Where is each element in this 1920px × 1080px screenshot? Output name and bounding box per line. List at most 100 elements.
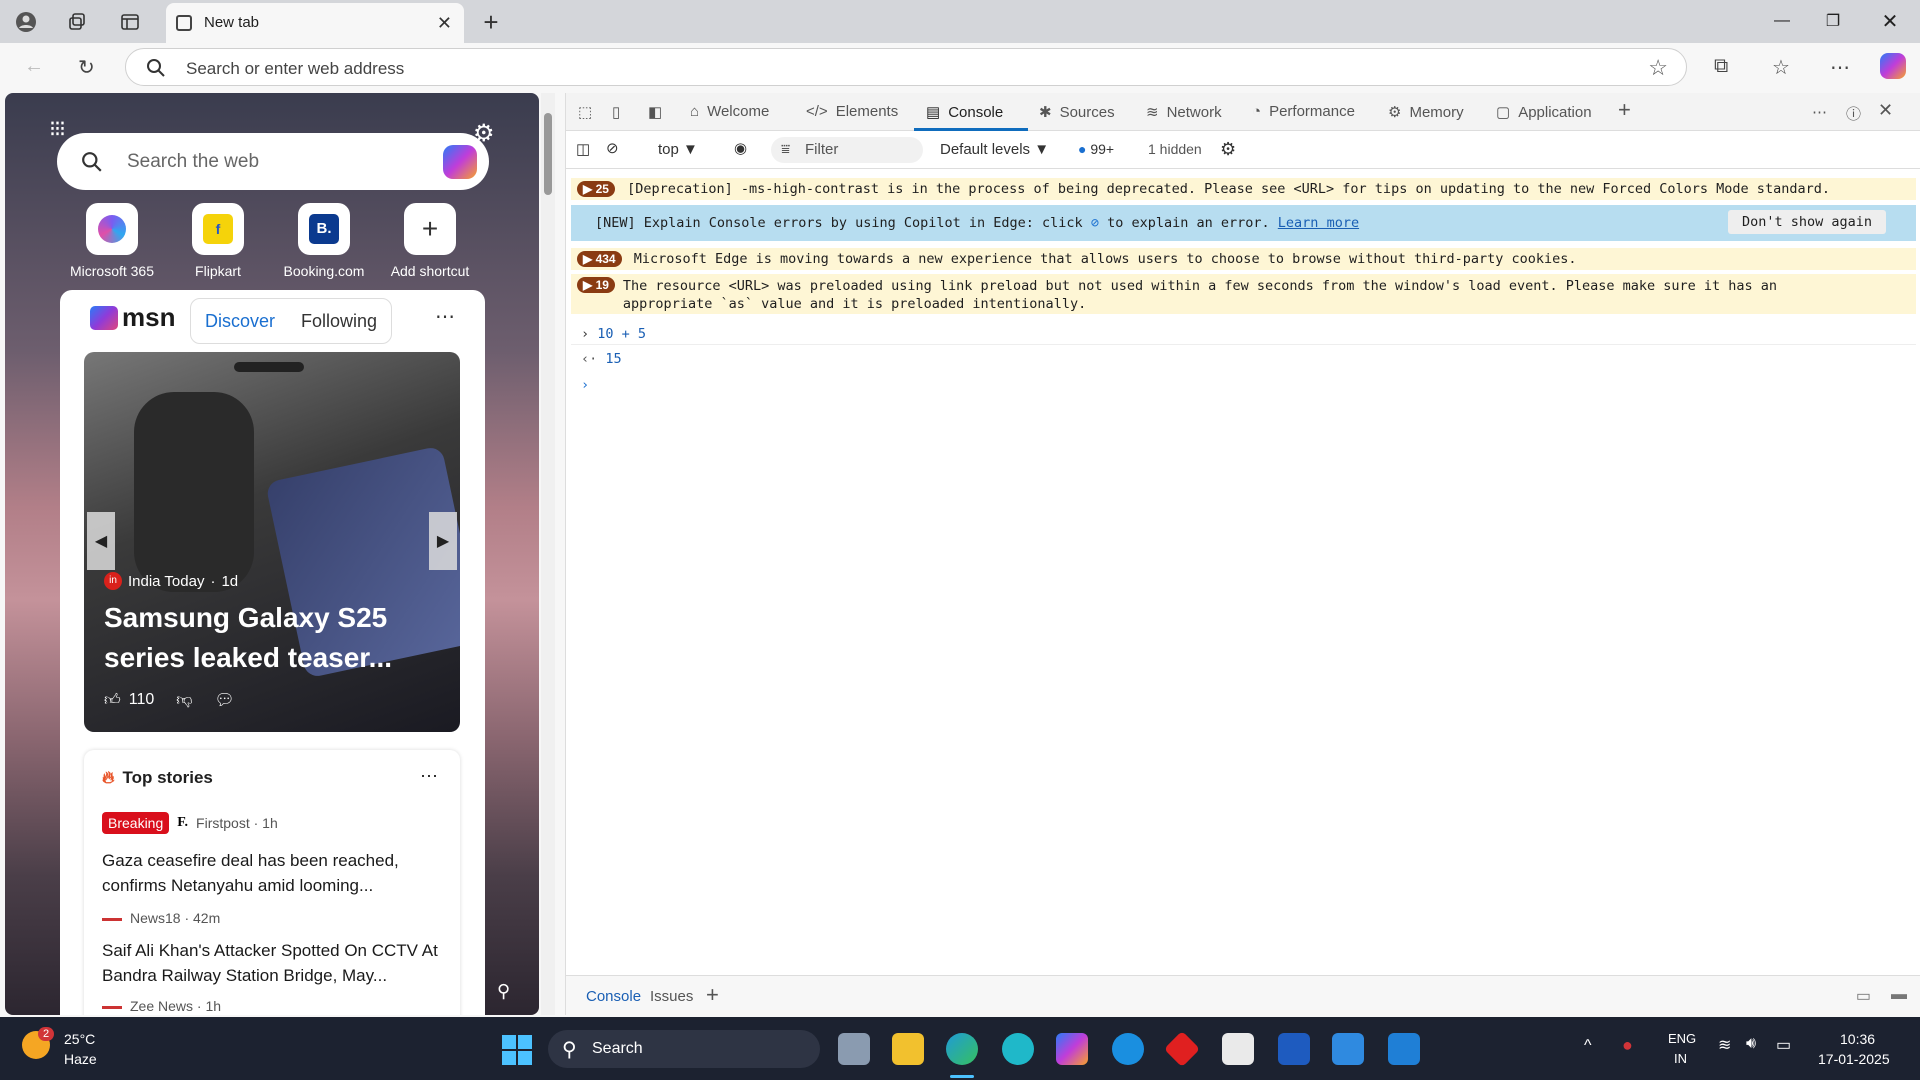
hero-story[interactable]: ◀ ▶ in India Today · 1d Samsung Galaxy S… [84,352,460,732]
tab-actions-icon[interactable] [117,9,143,35]
levels-select[interactable]: Default levels ▼ [940,141,1049,158]
scrollbar-thumb[interactable] [544,113,552,195]
drawer-dock-icon[interactable]: ▭ [1856,986,1871,1006]
start-button[interactable] [502,1035,532,1065]
workspaces-icon[interactable] [64,9,90,35]
drawer-tab-issues[interactable]: Issues [650,988,693,1005]
extensions-icon[interactable]: ⧉ [1714,55,1728,78]
store-icon[interactable] [1222,1033,1254,1065]
shortcut-flipkart[interactable]: f Flipkart [168,203,268,279]
shortcut-add[interactable]: + Add shortcut [380,203,480,279]
dont-show-again-button[interactable]: Don't show again [1727,210,1886,234]
banner-text: [NEW] Explain Console errors by using Co… [595,215,1083,231]
tab-elements[interactable]: </> Elements [806,103,898,120]
refresh-icon[interactable]: ↻ [78,55,95,80]
shortcut-microsoft-365[interactable]: Microsoft 365 [62,203,162,279]
weather-badge: 2 [38,1027,55,1041]
comment-icon[interactable]: 💬︎ [215,690,235,710]
security-icon[interactable]: ● [1622,1035,1633,1056]
taskbar-search[interactable]: ⚲ Search [548,1030,820,1068]
message-count-badge[interactable]: ▶ 434 [577,251,622,267]
copilot-app-icon[interactable] [1056,1033,1088,1065]
drawer-tab-console[interactable]: Console [586,988,641,1005]
help-icon[interactable]: ⓘ [1846,103,1861,124]
story-headline[interactable]: Saif Ali Khan's Attacker Spotted On CCTV… [102,938,442,988]
copilot-explain-icon[interactable]: ⊘ [1091,215,1099,231]
copilot-search-icon[interactable] [443,145,477,179]
page-scrollbar[interactable] [541,93,555,1015]
file-explorer-icon[interactable] [892,1033,924,1065]
carousel-next-button[interactable]: ▶ [429,512,457,570]
filter-input[interactable]: ⩸ Filter [771,137,923,163]
sidebar-toggle-icon[interactable]: ◫ [576,140,590,158]
tab-performance[interactable]: ◔ Performance [1252,103,1355,120]
edge-icon[interactable] [946,1033,978,1065]
back-icon[interactable]: ← [24,55,44,78]
console-settings-icon[interactable]: ⚙ [1220,139,1236,160]
language-label[interactable]: ENG [1668,1031,1696,1046]
msn-butterfly-icon [90,305,118,330]
hero-headline[interactable]: Samsung Galaxy S25 series leaked teaser.… [104,598,444,678]
message-count-badge[interactable]: ▶ 19 [577,277,615,293]
inspect-icon[interactable]: ⬚ [578,103,592,121]
vscode-icon[interactable] [1388,1033,1420,1065]
web-search-box[interactable]: Search the web [57,133,489,190]
customize-feed-icon[interactable]: ⚲ [497,981,510,1002]
tab-console[interactable]: ▤ Console [926,103,1003,122]
message-count-badge[interactable]: ▶ 25 [577,181,615,197]
drawer-minimize-icon[interactable]: ▬ [1891,986,1907,1004]
help-app-icon[interactable] [1112,1033,1144,1065]
expand-chevron-icon[interactable]: › [581,326,589,342]
dock-side-icon[interactable]: ◧ [648,103,662,121]
tab-welcome[interactable]: ⌂ Welcome [690,103,769,120]
live-expression-eye-icon[interactable]: ◉ [734,139,747,157]
battery-icon[interactable]: ▭ [1776,1035,1791,1055]
canva-icon[interactable] [1002,1033,1034,1065]
tab-discover[interactable]: Discover [205,311,275,332]
devtools-more-icon[interactable]: ⋯ [1812,103,1827,121]
close-tab-icon[interactable]: ✕ [437,13,452,34]
issues-counter[interactable]: ● 99+ [1078,141,1114,157]
favorites-icon[interactable]: ☆ [1772,55,1790,80]
carousel-prev-button[interactable]: ◀ [87,512,115,570]
device-emulation-icon[interactable]: ▯ [612,103,620,121]
word-icon[interactable] [1278,1033,1310,1065]
story-headline[interactable]: Gaza ceasefire deal has been reached, co… [102,848,442,898]
paint-icon[interactable] [1332,1033,1364,1065]
tab-following[interactable]: Following [301,311,377,332]
hidden-icons-chevron[interactable]: ^ [1584,1037,1592,1055]
browser-tab[interactable]: New tab ✕ [166,3,464,43]
stories-more-icon[interactable]: ⋯ [420,766,438,787]
more-menu-icon[interactable]: ⋯ [1830,55,1850,80]
minimize-button[interactable]: — [1762,8,1802,34]
restore-button[interactable]: ❐ [1813,8,1853,34]
close-window-button[interactable]: ✕ [1870,8,1910,34]
close-devtools-icon[interactable]: ✕ [1878,100,1893,121]
clear-console-icon[interactable]: ⊘ [606,139,619,157]
clock-date[interactable]: 17-01-2025 [1818,1051,1890,1067]
feed-more-icon[interactable]: ⋯ [435,304,455,329]
tab-application[interactable]: ▢ Application [1496,103,1592,122]
address-bar[interactable]: Search or enter web address ☆ [125,48,1687,86]
clock-time[interactable]: 10:36 [1840,1031,1875,1047]
wifi-icon[interactable]: ≋ [1718,1035,1731,1055]
shortcut-booking[interactable]: B. Booking.com [274,203,374,279]
tab-memory[interactable]: ⚙ Memory [1388,103,1464,122]
drawer-add-icon[interactable]: + [706,982,719,1008]
volume-icon[interactable]: 🔊︎ [1746,1035,1756,1053]
tab-sources[interactable]: ✱ Sources [1039,103,1115,122]
more-tools-plus-icon[interactable]: + [1618,97,1631,123]
console-prompt[interactable]: › [571,374,1916,396]
region-label[interactable]: IN [1674,1051,1687,1066]
context-select[interactable]: top ▼ [658,141,698,158]
profile-icon[interactable] [13,9,39,35]
task-view-icon[interactable] [838,1033,870,1065]
favorite-star-icon[interactable]: ☆ [1648,55,1668,81]
learn-more-link[interactable]: Learn more [1278,215,1359,231]
tab-network[interactable]: ≋ Network [1146,103,1222,122]
new-tab-button[interactable]: + [478,7,504,37]
dislike-icon[interactable]: 👎︎ [176,691,192,710]
anydesk-icon[interactable] [1163,1030,1201,1068]
copilot-icon[interactable] [1880,53,1906,79]
like-icon[interactable]: 👍︎ [104,691,121,710]
